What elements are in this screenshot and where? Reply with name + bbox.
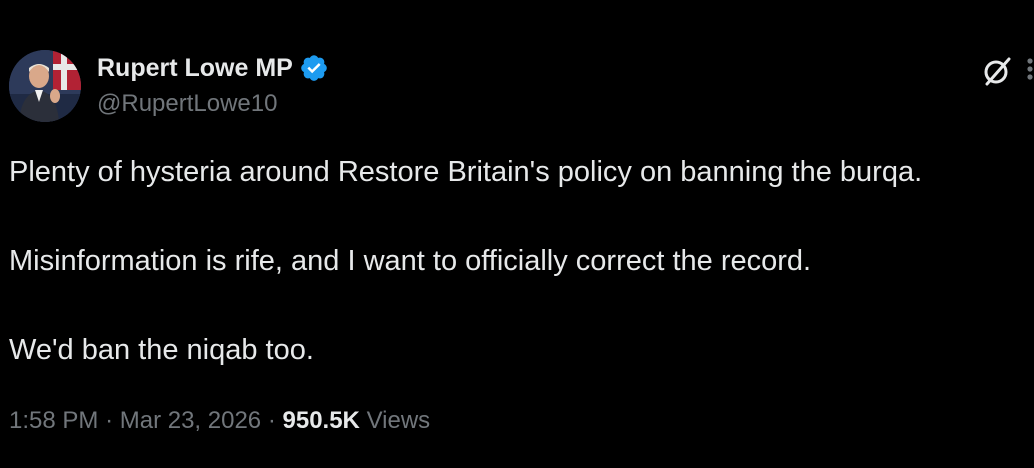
author-display-name[interactable]: Rupert Lowe MP xyxy=(97,54,293,83)
views-label: Views xyxy=(366,407,431,434)
verified-badge-icon[interactable] xyxy=(299,53,329,83)
tweet-detail: Rupert Lowe MP @RupertLowe10 Plenty of h… xyxy=(0,0,1034,468)
tweet-date[interactable]: Mar 23, 2026 xyxy=(120,407,261,434)
tweet-line: Misinformation is rife, and I want to of… xyxy=(9,245,812,277)
tweet-line: We'd ban the niqab too. xyxy=(9,334,314,366)
views-count[interactable]: 950.5K xyxy=(283,407,360,434)
author-info: Rupert Lowe MP @RupertLowe10 xyxy=(97,52,329,118)
name-row: Rupert Lowe MP xyxy=(97,52,329,84)
author-avatar[interactable] xyxy=(9,50,81,122)
more-options-icon[interactable] xyxy=(1024,52,1034,86)
tweet-time[interactable]: 1:58 PM xyxy=(9,407,98,434)
tweet-line: Plenty of hysteria around Restore Britai… xyxy=(9,156,923,188)
author-handle[interactable]: @RupertLowe10 xyxy=(97,90,329,118)
profile-photo-icon xyxy=(9,50,81,122)
tweet-text: Plenty of hysteria around Restore Britai… xyxy=(9,152,1034,370)
grok-icon[interactable] xyxy=(980,54,1014,88)
tweet-meta: 1:58 PM · Mar 23, 2026 · 950.5K Views xyxy=(9,404,430,438)
meta-separator: · xyxy=(105,407,114,434)
meta-separator: · xyxy=(267,407,276,434)
